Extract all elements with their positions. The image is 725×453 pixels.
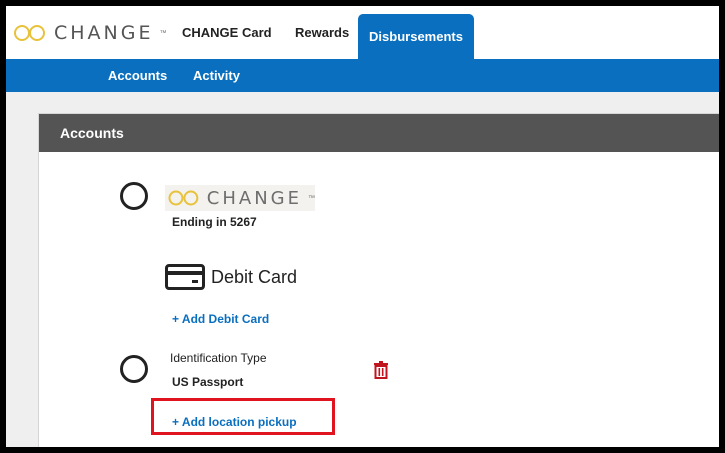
change-account-brand: CHANGE [206,187,302,209]
brand-logo[interactable]: CHANGE ™ [12,22,167,44]
sub-nav: Accounts Activity [6,59,719,92]
trademark-mark: ™ [159,29,167,37]
identification-type-value: US Passport [172,375,244,389]
debit-card-section: Debit Card [165,264,297,290]
change-account-logo: CHANGE ™ [165,185,315,211]
panel-title: Accounts [39,114,719,152]
identification-type-label: Identification Type [170,351,267,365]
radio-identification[interactable] [120,355,148,383]
radio-change-account[interactable] [120,182,148,210]
tab-rewards[interactable]: Rewards [283,6,361,59]
trademark-mark: ™ [308,194,315,202]
brand-name: CHANGE [54,22,154,44]
tab-disbursements[interactable]: Disbursements [358,14,474,59]
subnav-activity[interactable]: Activity [193,59,240,92]
accounts-panel: Accounts CHANGE ™ Ending in 5267 Debit Ca… [38,113,719,447]
top-nav: CHANGE ™ CHANGE Card Rewards Disbursement… [6,6,719,59]
app-window: CHANGE ™ CHANGE Card Rewards Disbursement… [6,6,719,447]
tab-change-card[interactable]: CHANGE Card [170,6,284,59]
debit-card-title: Debit Card [211,266,298,287]
trash-icon[interactable] [373,361,389,379]
add-debit-card-link[interactable]: + Add Debit Card [172,312,269,326]
account-ending: Ending in 5267 [172,215,257,229]
infinity-logo-icon [168,190,199,206]
credit-card-icon [165,264,205,290]
subnav-accounts[interactable]: Accounts [108,59,167,92]
highlight-annotation [151,398,335,435]
infinity-logo-icon [14,25,45,41]
